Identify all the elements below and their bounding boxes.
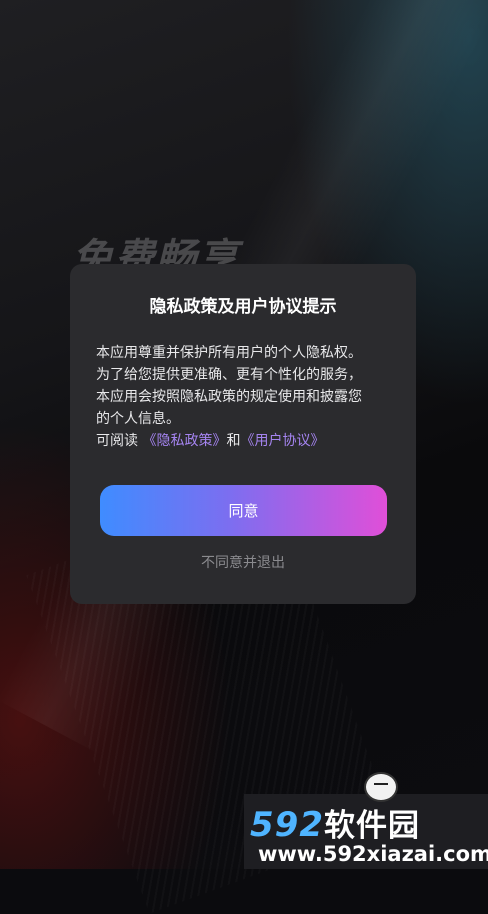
body-line: 为了给您提供更准确、更有个性化的服务， (96, 367, 362, 383)
disagree-exit-button[interactable]: 不同意并退出 (70, 552, 416, 572)
user-agreement-link[interactable]: 《用户协议》 (240, 433, 324, 449)
watermark-brand-cn: 软件园 (323, 808, 420, 844)
watermark-url: www.592xiazai.com (258, 842, 488, 866)
watermark-number: 592 (250, 805, 324, 845)
watermark-brand: 592软件园 (250, 800, 420, 845)
policy-links-line: 可阅读 《隐私政策》和《用户协议》 (96, 430, 396, 452)
body-line: 的个人信息。 (96, 411, 180, 427)
privacy-policy-link[interactable]: 《隐私政策》 (142, 433, 226, 449)
body-line: 本应用会按照隐私政策的规定使用和披露您 (96, 389, 362, 405)
privacy-dialog: 隐私政策及用户协议提示 本应用尊重并保护所有用户的个人隐私权。 为了给您提供更准… (70, 264, 416, 604)
mascot-icon (364, 772, 398, 802)
dialog-body: 本应用尊重并保护所有用户的个人隐私权。 为了给您提供更准确、更有个性化的服务， … (96, 342, 396, 452)
read-prefix: 可阅读 (96, 433, 143, 449)
dialog-title: 隐私政策及用户协议提示 (149, 297, 337, 317)
body-line: 本应用尊重并保护所有用户的个人隐私权。 (96, 345, 362, 361)
conjunction-text: 和 (226, 433, 241, 449)
agree-button[interactable]: 同意 (100, 485, 387, 536)
